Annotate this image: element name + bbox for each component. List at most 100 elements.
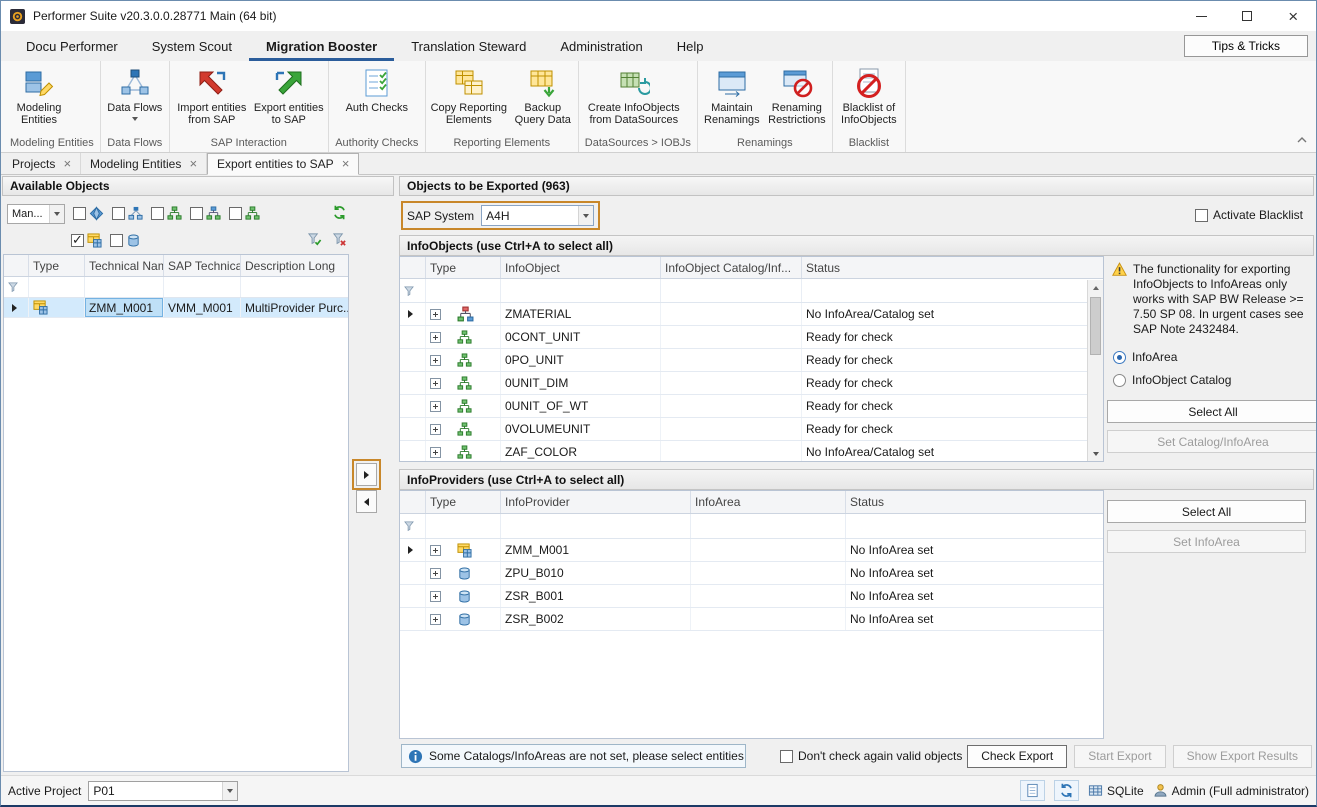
clear-filter-button[interactable] bbox=[332, 232, 347, 250]
column-header-sap-technical-name[interactable]: SAP Technical Na... bbox=[164, 255, 241, 276]
filter-cell-sap-technical-name[interactable] bbox=[164, 277, 241, 297]
filter-cell-status[interactable] bbox=[802, 279, 1087, 302]
infoobject-row[interactable]: ZMATERIAL No InfoArea/Catalog set bbox=[400, 303, 1087, 326]
select-all-infoproviders-button[interactable]: Select All bbox=[1107, 500, 1306, 523]
scroll-up-button[interactable] bbox=[1088, 280, 1103, 295]
filter-cell-infoarea[interactable] bbox=[691, 514, 846, 538]
characteristic-filter-checkbox[interactable] bbox=[229, 207, 242, 220]
close-button[interactable] bbox=[1270, 1, 1316, 31]
show-export-results-button[interactable]: Show Export Results bbox=[1173, 745, 1312, 768]
expand-icon[interactable] bbox=[430, 614, 441, 625]
sync-button[interactable] bbox=[1054, 780, 1079, 801]
infoprovider-row[interactable]: ZSR_B001 No InfoArea set bbox=[400, 585, 1103, 608]
scrollbar-thumb[interactable] bbox=[1090, 297, 1101, 355]
tab-close-icon[interactable] bbox=[189, 157, 197, 171]
menu-item-help[interactable]: Help bbox=[660, 31, 721, 61]
filter-cell-type[interactable] bbox=[29, 277, 85, 297]
column-header-infoarea[interactable]: InfoArea bbox=[691, 491, 846, 513]
scroll-down-button[interactable] bbox=[1088, 446, 1103, 461]
vertical-scrollbar[interactable] bbox=[1087, 280, 1103, 461]
expand-icon[interactable] bbox=[430, 545, 441, 556]
expand-icon[interactable] bbox=[430, 591, 441, 602]
filter-icon-cell[interactable] bbox=[400, 514, 426, 538]
filter-cell-type[interactable] bbox=[426, 279, 501, 302]
filter-cell-type[interactable] bbox=[426, 514, 501, 538]
column-header-type[interactable]: Type bbox=[426, 257, 501, 278]
infoobject-catalog-radio[interactable] bbox=[1113, 374, 1126, 387]
move-selected-left-button[interactable] bbox=[356, 490, 377, 513]
ribbon-button-auth-checks[interactable]: Auth Checks bbox=[331, 63, 423, 136]
menu-item-administration[interactable]: Administration bbox=[543, 31, 659, 61]
filter-cell-catalog[interactable] bbox=[661, 279, 802, 302]
infoobject-filter-checkbox[interactable] bbox=[73, 207, 86, 220]
column-header-status[interactable]: Status bbox=[802, 257, 1103, 278]
ribbon-button-create-infoobjects[interactable]: Create InfoObjects from DataSources bbox=[581, 63, 687, 136]
menu-item-translation-steward[interactable]: Translation Steward bbox=[394, 31, 543, 61]
activate-blacklist-checkbox[interactable] bbox=[1195, 209, 1208, 222]
filter-icon-cell[interactable] bbox=[4, 277, 29, 297]
log-document-button[interactable] bbox=[1020, 780, 1045, 801]
select-all-infoobjects-button[interactable]: Select All bbox=[1107, 400, 1317, 423]
expand-icon[interactable] bbox=[430, 424, 441, 435]
tab-export-entities-to-sap[interactable]: Export entities to SAP bbox=[207, 153, 359, 175]
tab-close-icon[interactable] bbox=[63, 157, 71, 171]
ribbon-button-copy-reporting-elements[interactable]: Copy Reporting Elements bbox=[428, 63, 510, 136]
filter-cell-technical-name[interactable] bbox=[85, 277, 164, 297]
infoobject-row[interactable]: 0PO_UNIT Ready for check bbox=[400, 349, 1087, 372]
infoprovider-row[interactable]: ZSR_B002 No InfoArea set bbox=[400, 608, 1103, 631]
expand-icon[interactable] bbox=[430, 332, 441, 343]
active-project-dropdown[interactable]: P01 bbox=[88, 781, 238, 801]
set-catalog-infoarea-button[interactable]: Set Catalog/InfoArea bbox=[1107, 430, 1317, 453]
move-selected-right-button[interactable] bbox=[356, 463, 377, 486]
filter-cell-status[interactable] bbox=[846, 514, 1103, 538]
menu-item-migration-booster[interactable]: Migration Booster bbox=[249, 31, 394, 61]
ribbon-button-modeling-entities[interactable]: Modeling Entities bbox=[6, 63, 72, 136]
set-infoarea-button[interactable]: Set InfoArea bbox=[1107, 530, 1306, 553]
dataflow-filter-checkbox[interactable] bbox=[112, 207, 125, 220]
column-header-technical-name[interactable]: Technical Name bbox=[85, 255, 164, 276]
column-header-type[interactable]: Type bbox=[426, 491, 501, 513]
check-export-button[interactable]: Check Export bbox=[967, 745, 1067, 768]
menu-item-docu-performer[interactable]: Docu Performer bbox=[9, 31, 135, 61]
filter-icon-cell[interactable] bbox=[400, 279, 426, 302]
sap-system-dropdown[interactable]: A4H bbox=[481, 205, 594, 226]
ribbon-button-backup-query-data[interactable]: Backup Query Data bbox=[510, 63, 576, 136]
filter-cell-infoobject[interactable] bbox=[501, 279, 661, 302]
column-header-type[interactable]: Type bbox=[29, 255, 85, 276]
object-type-filter-dropdown[interactable]: Man... bbox=[7, 204, 65, 224]
dropdown-arrow-icon[interactable] bbox=[222, 782, 237, 800]
multiprovider-filter-checkbox[interactable] bbox=[71, 234, 84, 247]
expand-icon[interactable] bbox=[430, 309, 441, 320]
infoarea-radio[interactable] bbox=[1113, 351, 1126, 364]
expand-icon[interactable] bbox=[430, 568, 441, 579]
ribbon-button-data-flows[interactable]: Data Flows bbox=[103, 63, 167, 136]
available-object-row-zmm-m001[interactable]: ZMM_M001 VMM_M001 MultiProvider Purc... bbox=[4, 298, 348, 318]
infoobject-row[interactable]: 0VOLUMEUNIT Ready for check bbox=[400, 418, 1087, 441]
ribbon-button-renaming-restrictions[interactable]: Renaming Restrictions bbox=[764, 63, 830, 136]
adso-filter-checkbox[interactable] bbox=[110, 234, 123, 247]
infoprovider-row[interactable]: ZMM_M001 No InfoArea set bbox=[400, 539, 1103, 562]
ribbon-button-export-entities[interactable]: Export entities to SAP bbox=[252, 63, 326, 136]
minimize-button[interactable] bbox=[1178, 1, 1224, 31]
tips-and-tricks-button[interactable]: Tips & Tricks bbox=[1184, 35, 1308, 57]
dropdown-arrow-icon[interactable] bbox=[49, 205, 64, 223]
dont-check-again-checkbox[interactable] bbox=[780, 750, 793, 763]
expand-icon[interactable] bbox=[430, 401, 441, 412]
ribbon-button-import-entities[interactable]: Import entities from SAP bbox=[172, 63, 252, 136]
infoobject-row[interactable]: 0UNIT_DIM Ready for check bbox=[400, 372, 1087, 395]
column-header-status[interactable]: Status bbox=[846, 491, 1103, 513]
infoprovider-row[interactable]: ZPU_B010 No InfoArea set bbox=[400, 562, 1103, 585]
apply-filter-button[interactable] bbox=[307, 232, 322, 250]
filter-cell-infoprovider[interactable] bbox=[501, 514, 691, 538]
filter-cell-description[interactable] bbox=[241, 277, 348, 297]
ribbon-button-blacklist-infoobjects[interactable]: Blacklist of InfoObjects bbox=[835, 63, 903, 136]
ribbon-collapse-button[interactable] bbox=[1297, 132, 1307, 146]
expand-icon[interactable] bbox=[430, 355, 441, 366]
column-header-infoprovider[interactable]: InfoProvider bbox=[501, 491, 691, 513]
menu-item-system-scout[interactable]: System Scout bbox=[135, 31, 249, 61]
maximize-button[interactable] bbox=[1224, 1, 1270, 31]
infoobject-row[interactable]: ZAF_COLOR No InfoArea/Catalog set bbox=[400, 441, 1087, 462]
column-header-catalog[interactable]: InfoObject Catalog/Inf... bbox=[661, 257, 802, 278]
composite-provider-filter-checkbox[interactable] bbox=[190, 207, 203, 220]
column-header-infoobject[interactable]: InfoObject bbox=[501, 257, 661, 278]
